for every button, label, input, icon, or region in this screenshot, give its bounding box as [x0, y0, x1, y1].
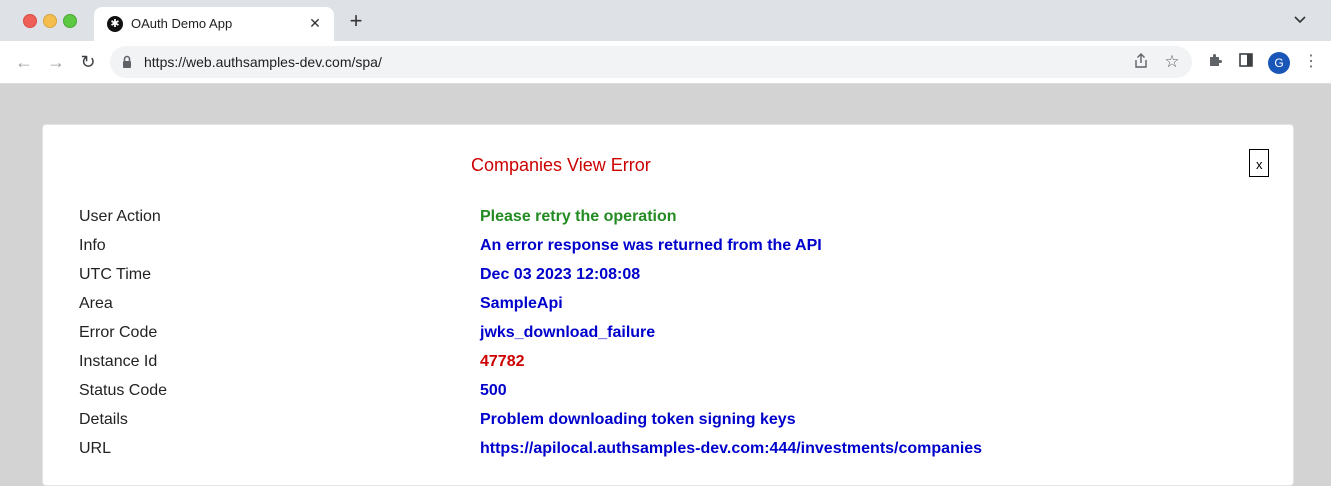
share-icon[interactable] — [1132, 53, 1150, 71]
minimize-window-button[interactable] — [43, 14, 57, 28]
reload-icon[interactable]: ↻ — [77, 51, 99, 73]
extensions-puzzle-icon[interactable] — [1205, 52, 1225, 72]
browser-toolbar: ← → ↻ https://web.authsamples-dev.com/sp… — [0, 41, 1331, 84]
error-detail-label: Area — [79, 295, 113, 312]
chevron-down-icon[interactable] — [1291, 12, 1309, 30]
error-dialog: Companies View Error x User Action Please… — [42, 124, 1294, 486]
address-bar[interactable]: https://web.authsamples-dev.com/spa/ ☆ — [110, 46, 1192, 78]
close-button[interactable]: x — [1249, 149, 1269, 177]
forward-arrow-icon[interactable]: → — [45, 51, 67, 73]
bookmark-star-icon[interactable]: ☆ — [1162, 52, 1182, 72]
error-detail-label: Status Code — [79, 382, 168, 399]
error-detail-label: Error Code — [79, 324, 158, 341]
error-title: Companies View Error — [471, 155, 651, 175]
tab-oauth-demo-app[interactable]: ✱ OAuth Demo App ✕ — [94, 7, 334, 41]
error-detail-value: Please retry the operation — [480, 208, 677, 225]
new-tab-button[interactable]: + — [345, 10, 367, 32]
gear-icon: ✱ — [107, 16, 123, 32]
tab-title: OAuth Demo App — [131, 16, 233, 31]
error-detail-label: Details — [79, 411, 128, 428]
error-detail-value: An error response was returned from the … — [480, 237, 822, 254]
side-panel-icon[interactable] — [1236, 52, 1256, 72]
error-detail-value: jwks_download_failure — [480, 324, 656, 341]
error-detail-label: Info — [79, 237, 106, 254]
error-detail-label: Instance Id — [79, 353, 158, 370]
lock-icon — [122, 55, 132, 69]
maximize-window-button[interactable] — [63, 14, 77, 28]
more-menu-icon[interactable]: ⋮ — [1301, 52, 1321, 72]
error-detail-value: https://apilocal.authsamples-dev.com:444… — [480, 440, 983, 457]
error-detail-value: SampleApi — [480, 295, 563, 312]
error-detail-label: UTC Time — [79, 266, 151, 283]
back-arrow-icon[interactable]: ← — [13, 51, 35, 73]
error-detail-label: URL — [79, 440, 112, 457]
url-text: https://web.authsamples-dev.com/spa/ — [144, 54, 382, 70]
error-detail-value: 500 — [480, 382, 507, 399]
profile-avatar[interactable]: G — [1268, 52, 1290, 74]
error-detail-value: Problem downloading token signing keys — [480, 411, 796, 428]
error-detail-label: User Action — [79, 208, 161, 225]
error-detail-value: Dec 03 2023 12:08:08 — [480, 266, 641, 283]
error-detail-value: 47782 — [480, 353, 525, 370]
close-window-button[interactable] — [23, 14, 37, 28]
tab-close-icon[interactable]: ✕ — [306, 14, 324, 32]
tab-strip: ✱ OAuth Demo App ✕ + — [0, 0, 1331, 41]
